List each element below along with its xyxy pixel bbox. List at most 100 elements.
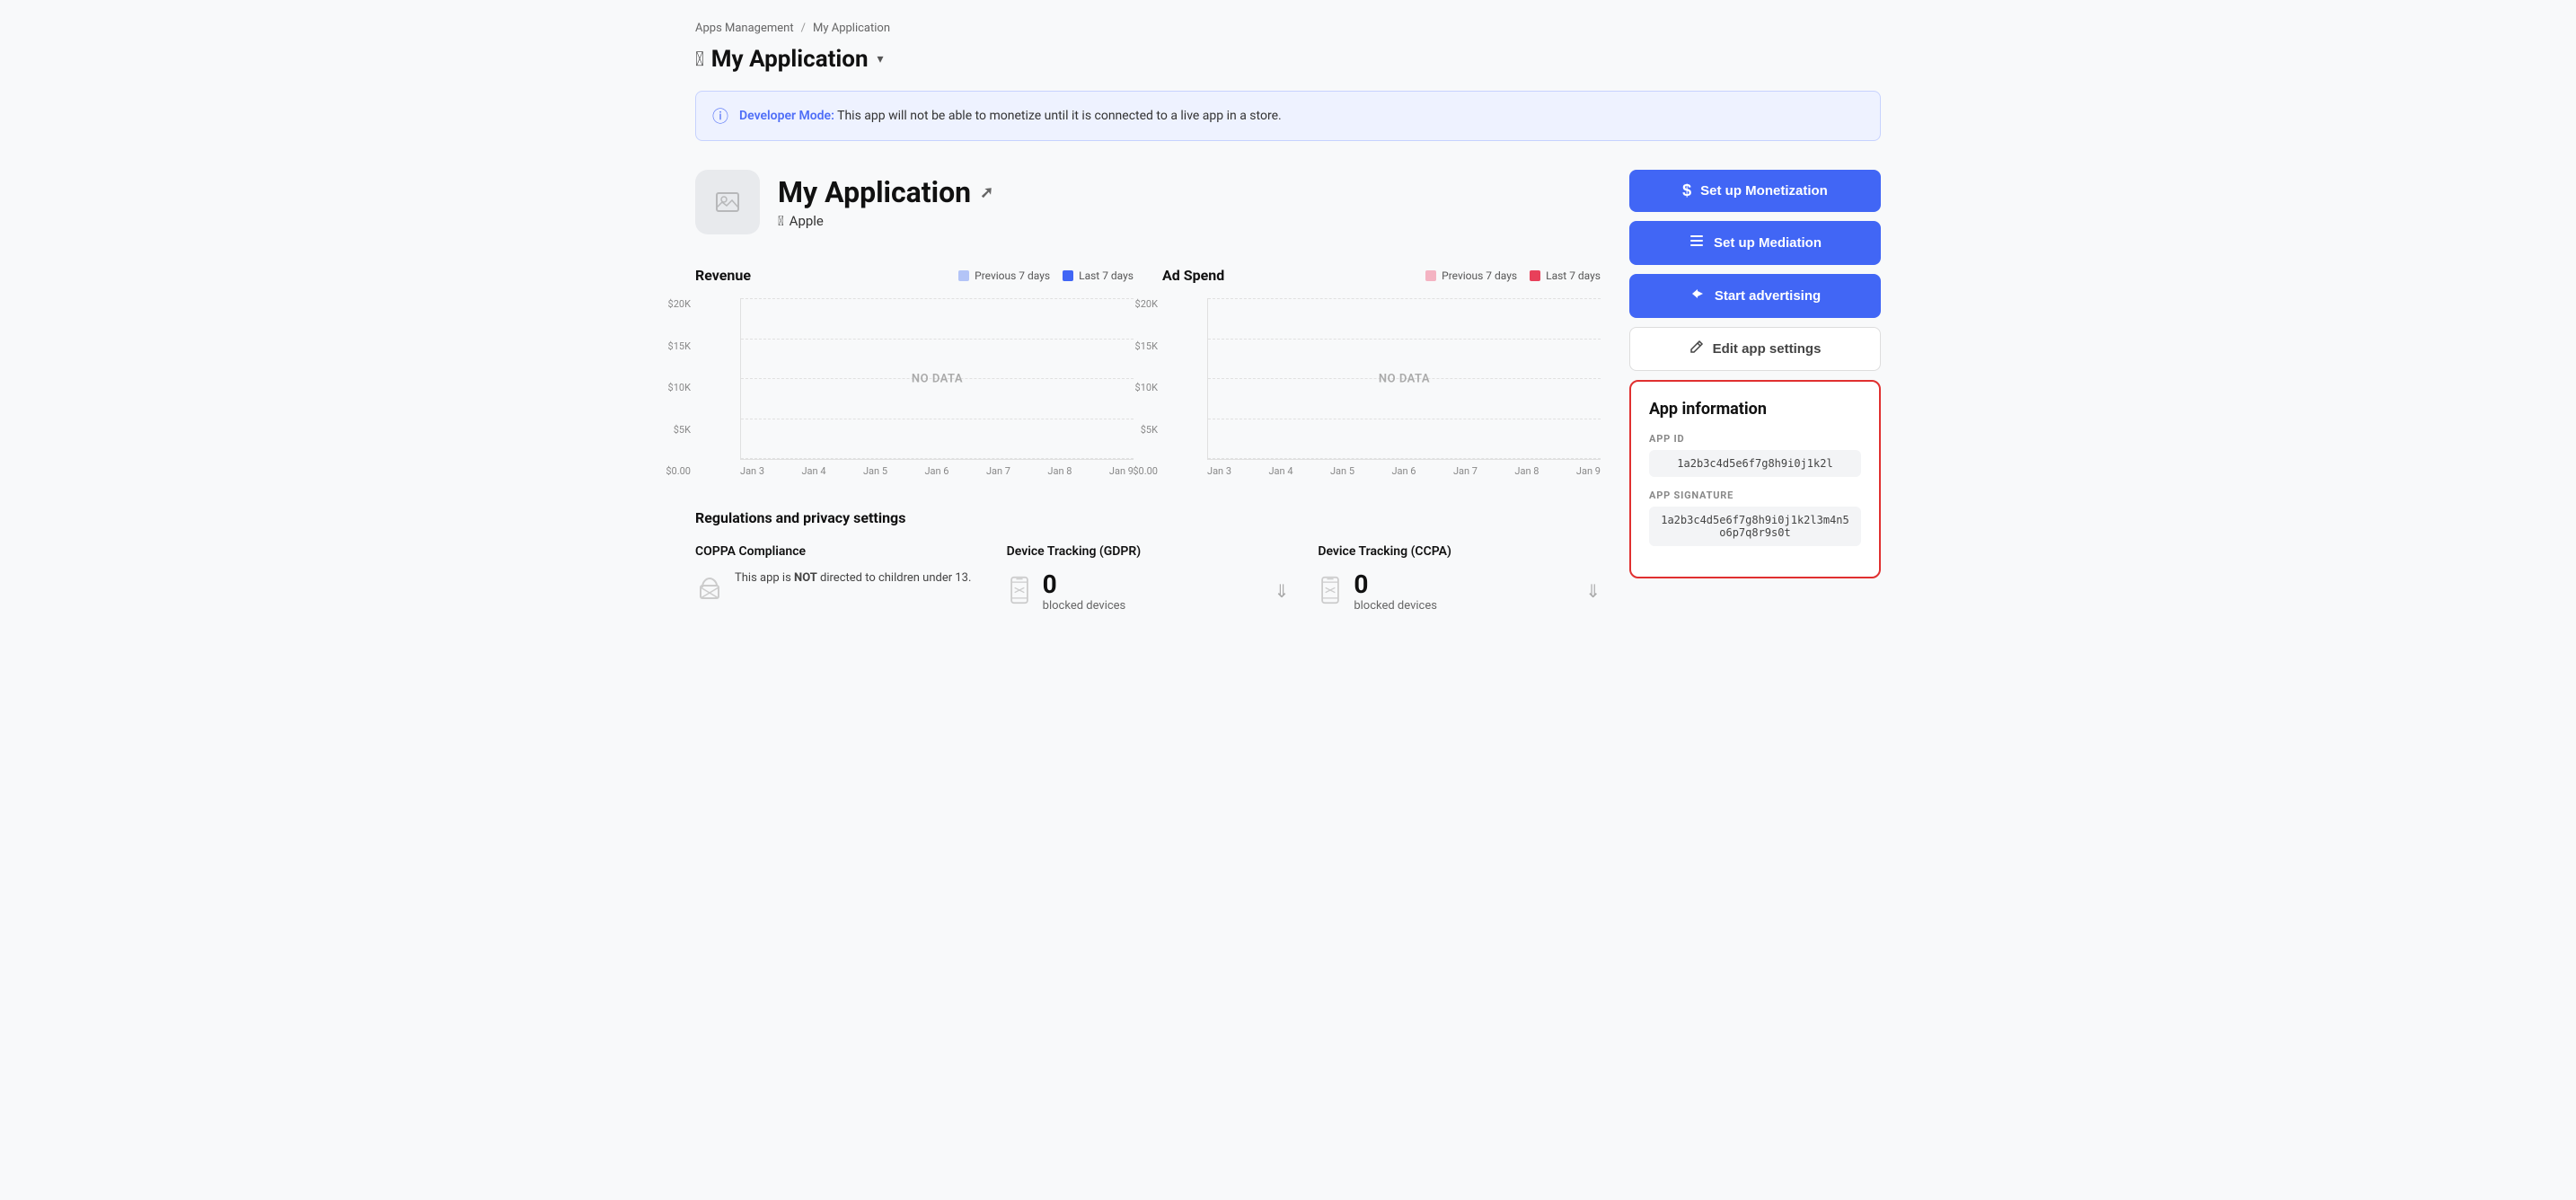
regulations-title: Regulations and privacy settings xyxy=(695,509,1601,526)
adspend-chart-wrapper: $20K $15K $10K $5K $0.00 xyxy=(1162,298,1601,477)
coppa-icon xyxy=(695,573,724,607)
regulations-section: Regulations and privacy settings COPPA C… xyxy=(695,509,1601,613)
developer-mode-banner: ⓘ Developer Mode: This app will not be a… xyxy=(695,91,1881,141)
app-title-block: My Application ➚  Apple xyxy=(778,175,993,229)
gdpr-label: Device Tracking (GDPR) xyxy=(1007,544,1290,559)
adspend-chart-legend: Previous 7 days Last 7 days xyxy=(1425,269,1601,282)
adspend-chart-area: NO DATA xyxy=(1207,298,1601,460)
revenue-last-dot xyxy=(1063,270,1073,281)
adspend-y-label-20k: $20K xyxy=(1122,298,1158,310)
app-signature-label: APP SIGNATURE xyxy=(1649,490,1861,501)
app-icon-placeholder xyxy=(695,170,760,234)
set-up-mediation-button[interactable]: Set up Mediation xyxy=(1629,221,1881,265)
gdpr-count: 0 xyxy=(1043,569,1126,599)
revenue-y-label-15k: $15K xyxy=(655,340,691,352)
revenue-y-label-5k: $5K xyxy=(655,424,691,436)
app-name: My Application ➚ xyxy=(778,175,993,209)
coppa-content: This app is NOT directed to children und… xyxy=(695,569,978,607)
revenue-gridline-5 xyxy=(741,458,1134,459)
revenue-y-label-0: $0.00 xyxy=(655,465,691,477)
charts-row: Revenue Previous 7 days Last 7 days xyxy=(695,267,1601,477)
adspend-chart-title: Ad Spend xyxy=(1162,267,1224,284)
dev-banner-text: Developer Mode: This app will not be abl… xyxy=(739,109,1282,123)
info-icon: ⓘ xyxy=(712,104,728,128)
coppa-label: COPPA Compliance xyxy=(695,544,978,559)
revenue-prev-dot xyxy=(958,270,969,281)
revenue-gridline-1 xyxy=(741,298,1134,299)
set-up-monetization-button[interactable]: $ Set up Monetization xyxy=(1629,170,1881,212)
adspend-chart: Ad Spend Previous 7 days Last 7 days xyxy=(1162,267,1601,477)
app-platform:  Apple xyxy=(778,213,993,229)
start-advertising-button[interactable]: Start advertising xyxy=(1629,274,1881,318)
revenue-y-label-10k: $10K xyxy=(655,382,691,393)
breadcrumb: Apps Management / My Application xyxy=(695,22,1881,35)
ccpa-download-icon[interactable]: ⇓ xyxy=(1585,580,1601,602)
revenue-legend-last: Last 7 days xyxy=(1063,269,1134,282)
gdpr-device-icon xyxy=(1007,576,1032,610)
left-content: My Application ➚  Apple Revenue xyxy=(695,170,1601,613)
breadcrumb-separator: / xyxy=(801,22,806,35)
ccpa-count: 0 xyxy=(1354,569,1437,599)
mediation-icon xyxy=(1689,233,1705,253)
dev-banner-label: Developer Mode: xyxy=(739,109,834,123)
app-header:  My Application ▾ xyxy=(695,46,1881,73)
right-sidebar: $ Set up Monetization Set up Mediation xyxy=(1629,170,1881,578)
revenue-chart-wrapper: $20K $15K $10K $5K $0.00 xyxy=(695,298,1134,477)
gdpr-item: Device Tracking (GDPR) xyxy=(1007,544,1290,613)
revenue-chart-legend: Previous 7 days Last 7 days xyxy=(958,269,1134,282)
revenue-chart-title: Revenue xyxy=(695,267,751,284)
apple-logo-icon:  xyxy=(695,49,704,71)
revenue-x-labels: Jan 3 Jan 4 Jan 5 Jan 6 Jan 7 Jan 8 Jan … xyxy=(740,460,1134,477)
revenue-chart-area: NO DATA xyxy=(740,298,1134,460)
revenue-y-label-20k: $20K xyxy=(655,298,691,310)
external-link-icon[interactable]: ➚ xyxy=(980,183,993,202)
chevron-down-icon[interactable]: ▾ xyxy=(878,52,884,66)
app-id-label: APP ID xyxy=(1649,433,1861,445)
app-header-title: My Application xyxy=(711,46,869,73)
revenue-legend-prev: Previous 7 days xyxy=(958,269,1050,282)
coppa-text: This app is NOT directed to children und… xyxy=(735,569,971,587)
coppa-item: COPPA Compliance xyxy=(695,544,978,613)
dev-banner-message: This app will not be able to monetize un… xyxy=(834,109,1282,123)
advertising-icon xyxy=(1689,286,1706,306)
adspend-y-label-0: $0.00 xyxy=(1122,465,1158,477)
adspend-y-labels: $20K $15K $10K $5K $0.00 xyxy=(1122,298,1158,477)
main-content: My Application ➚  Apple Revenue xyxy=(695,170,1881,613)
ccpa-content: 0 blocked devices ⇓ xyxy=(1318,569,1601,613)
revenue-no-data: NO DATA xyxy=(912,372,963,385)
breadcrumb-parent[interactable]: Apps Management xyxy=(695,22,794,35)
revenue-chart-header: Revenue Previous 7 days Last 7 days xyxy=(695,267,1134,284)
regulations-row: COPPA Compliance xyxy=(695,544,1601,613)
app-information-card: App information APP ID 1a2b3c4d5e6f7g8h9… xyxy=(1629,380,1881,578)
adspend-legend-last: Last 7 days xyxy=(1530,269,1601,282)
ccpa-device-icon xyxy=(1318,576,1343,610)
adspend-prev-dot xyxy=(1425,270,1436,281)
app-information-title: App information xyxy=(1649,400,1861,419)
adspend-y-label-15k: $15K xyxy=(1122,340,1158,352)
ccpa-label: Device Tracking (CCPA) xyxy=(1318,544,1601,559)
revenue-y-labels: $20K $15K $10K $5K $0.00 xyxy=(655,298,691,477)
app-signature-value: 1a2b3c4d5e6f7g8h9i0j1k2l3m4n5o6p7q8r9s0t xyxy=(1649,507,1861,546)
gdpr-download-icon[interactable]: ⇓ xyxy=(1275,580,1290,602)
coppa-not: NOT xyxy=(794,571,817,585)
apple-platform-icon:  xyxy=(778,213,784,229)
ccpa-blocked-label: blocked devices xyxy=(1354,599,1437,613)
adspend-last-dot xyxy=(1530,270,1540,281)
adspend-no-data: NO DATA xyxy=(1379,372,1430,385)
adspend-y-label-5k: $5K xyxy=(1122,424,1158,436)
adspend-legend-prev: Previous 7 days xyxy=(1425,269,1517,282)
edit-icon xyxy=(1689,340,1704,358)
adspend-chart-header: Ad Spend Previous 7 days Last 7 days xyxy=(1162,267,1601,284)
edit-app-settings-button[interactable]: Edit app settings xyxy=(1629,327,1881,371)
adspend-y-label-10k: $10K xyxy=(1122,382,1158,393)
gdpr-content: 0 blocked devices ⇓ xyxy=(1007,569,1290,613)
revenue-gridline-2 xyxy=(741,339,1134,340)
gdpr-count-block: 0 blocked devices xyxy=(1043,569,1126,613)
revenue-chart: Revenue Previous 7 days Last 7 days xyxy=(695,267,1134,477)
breadcrumb-current: My Application xyxy=(813,22,890,35)
ccpa-item: Device Tracking (CCPA) xyxy=(1318,544,1601,613)
monetization-icon: $ xyxy=(1682,181,1691,200)
app-info-row: My Application ➚  Apple xyxy=(695,170,1601,234)
app-id-value: 1a2b3c4d5e6f7g8h9i0j1k2l xyxy=(1649,450,1861,477)
gdpr-blocked-label: blocked devices xyxy=(1043,599,1126,613)
